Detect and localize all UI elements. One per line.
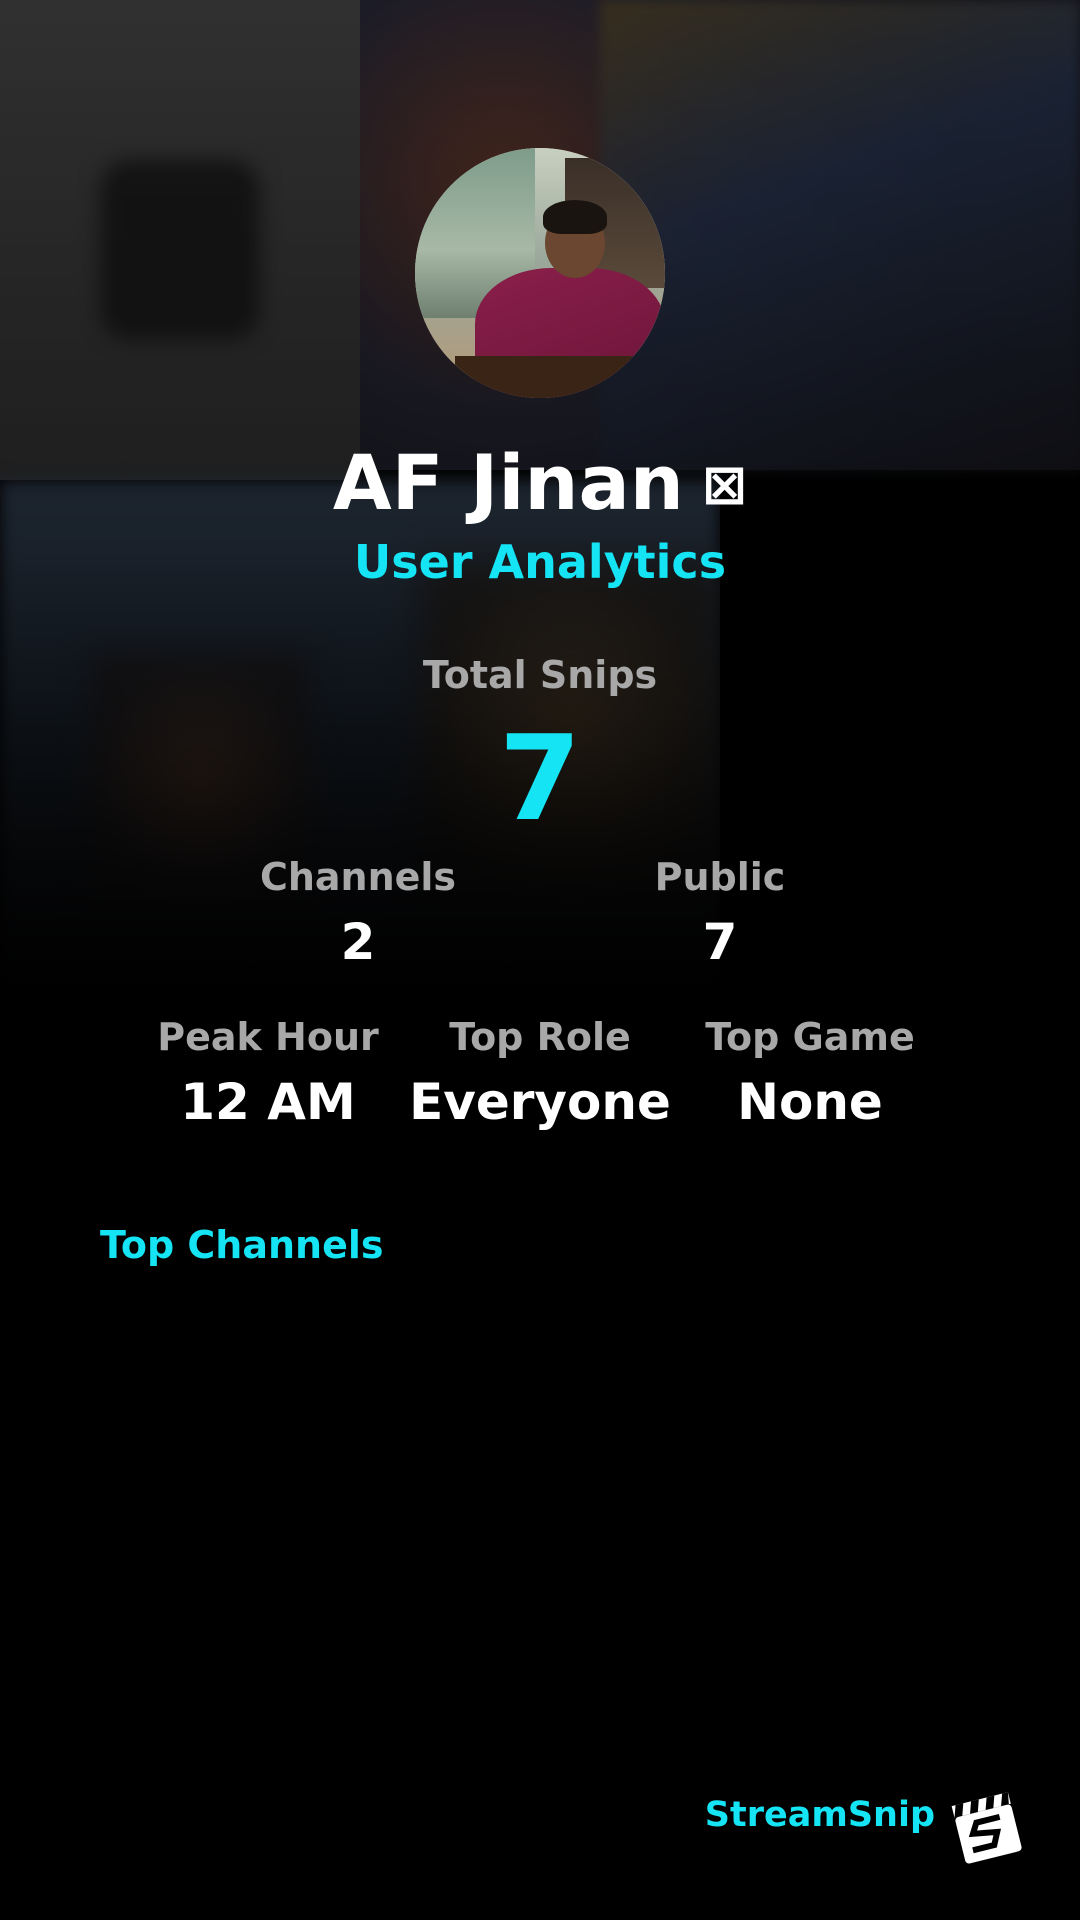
peak-hour-label: Peak Hour: [157, 1015, 379, 1059]
clapperboard-s-icon: [948, 1788, 1028, 1868]
page-subtitle: User Analytics: [353, 535, 727, 589]
top-role-value: Everyone: [409, 1073, 671, 1131]
top-game-value: None: [737, 1073, 883, 1131]
top-game-label: Top Game: [705, 1015, 915, 1059]
total-snips-label: Total Snips: [422, 653, 658, 697]
top-channels-heading: Top Channels: [100, 1223, 384, 1267]
channels-value: 2: [340, 913, 376, 971]
brand-name: StreamSnip: [704, 1795, 935, 1835]
avatar: [415, 148, 665, 398]
top-role-label: Top Role: [449, 1015, 631, 1059]
public-value: 7: [702, 913, 738, 971]
public-label: Public: [654, 855, 786, 899]
user-name-text: AF Jinan: [332, 438, 684, 527]
analytics-screen: AF Jinan ⊠ User Analytics Total Snips 7 C…: [0, 0, 1080, 1920]
avatar-photo-part: [455, 356, 665, 398]
total-snips-value: 7: [498, 709, 582, 847]
channels-label: Channels: [259, 855, 457, 899]
peak-hour-value: 12 AM: [180, 1073, 356, 1131]
user-name: AF Jinan ⊠: [0, 438, 1080, 530]
avatar-photo-part: [543, 200, 607, 234]
unknown-glyph-icon: ⊠: [701, 453, 748, 516]
